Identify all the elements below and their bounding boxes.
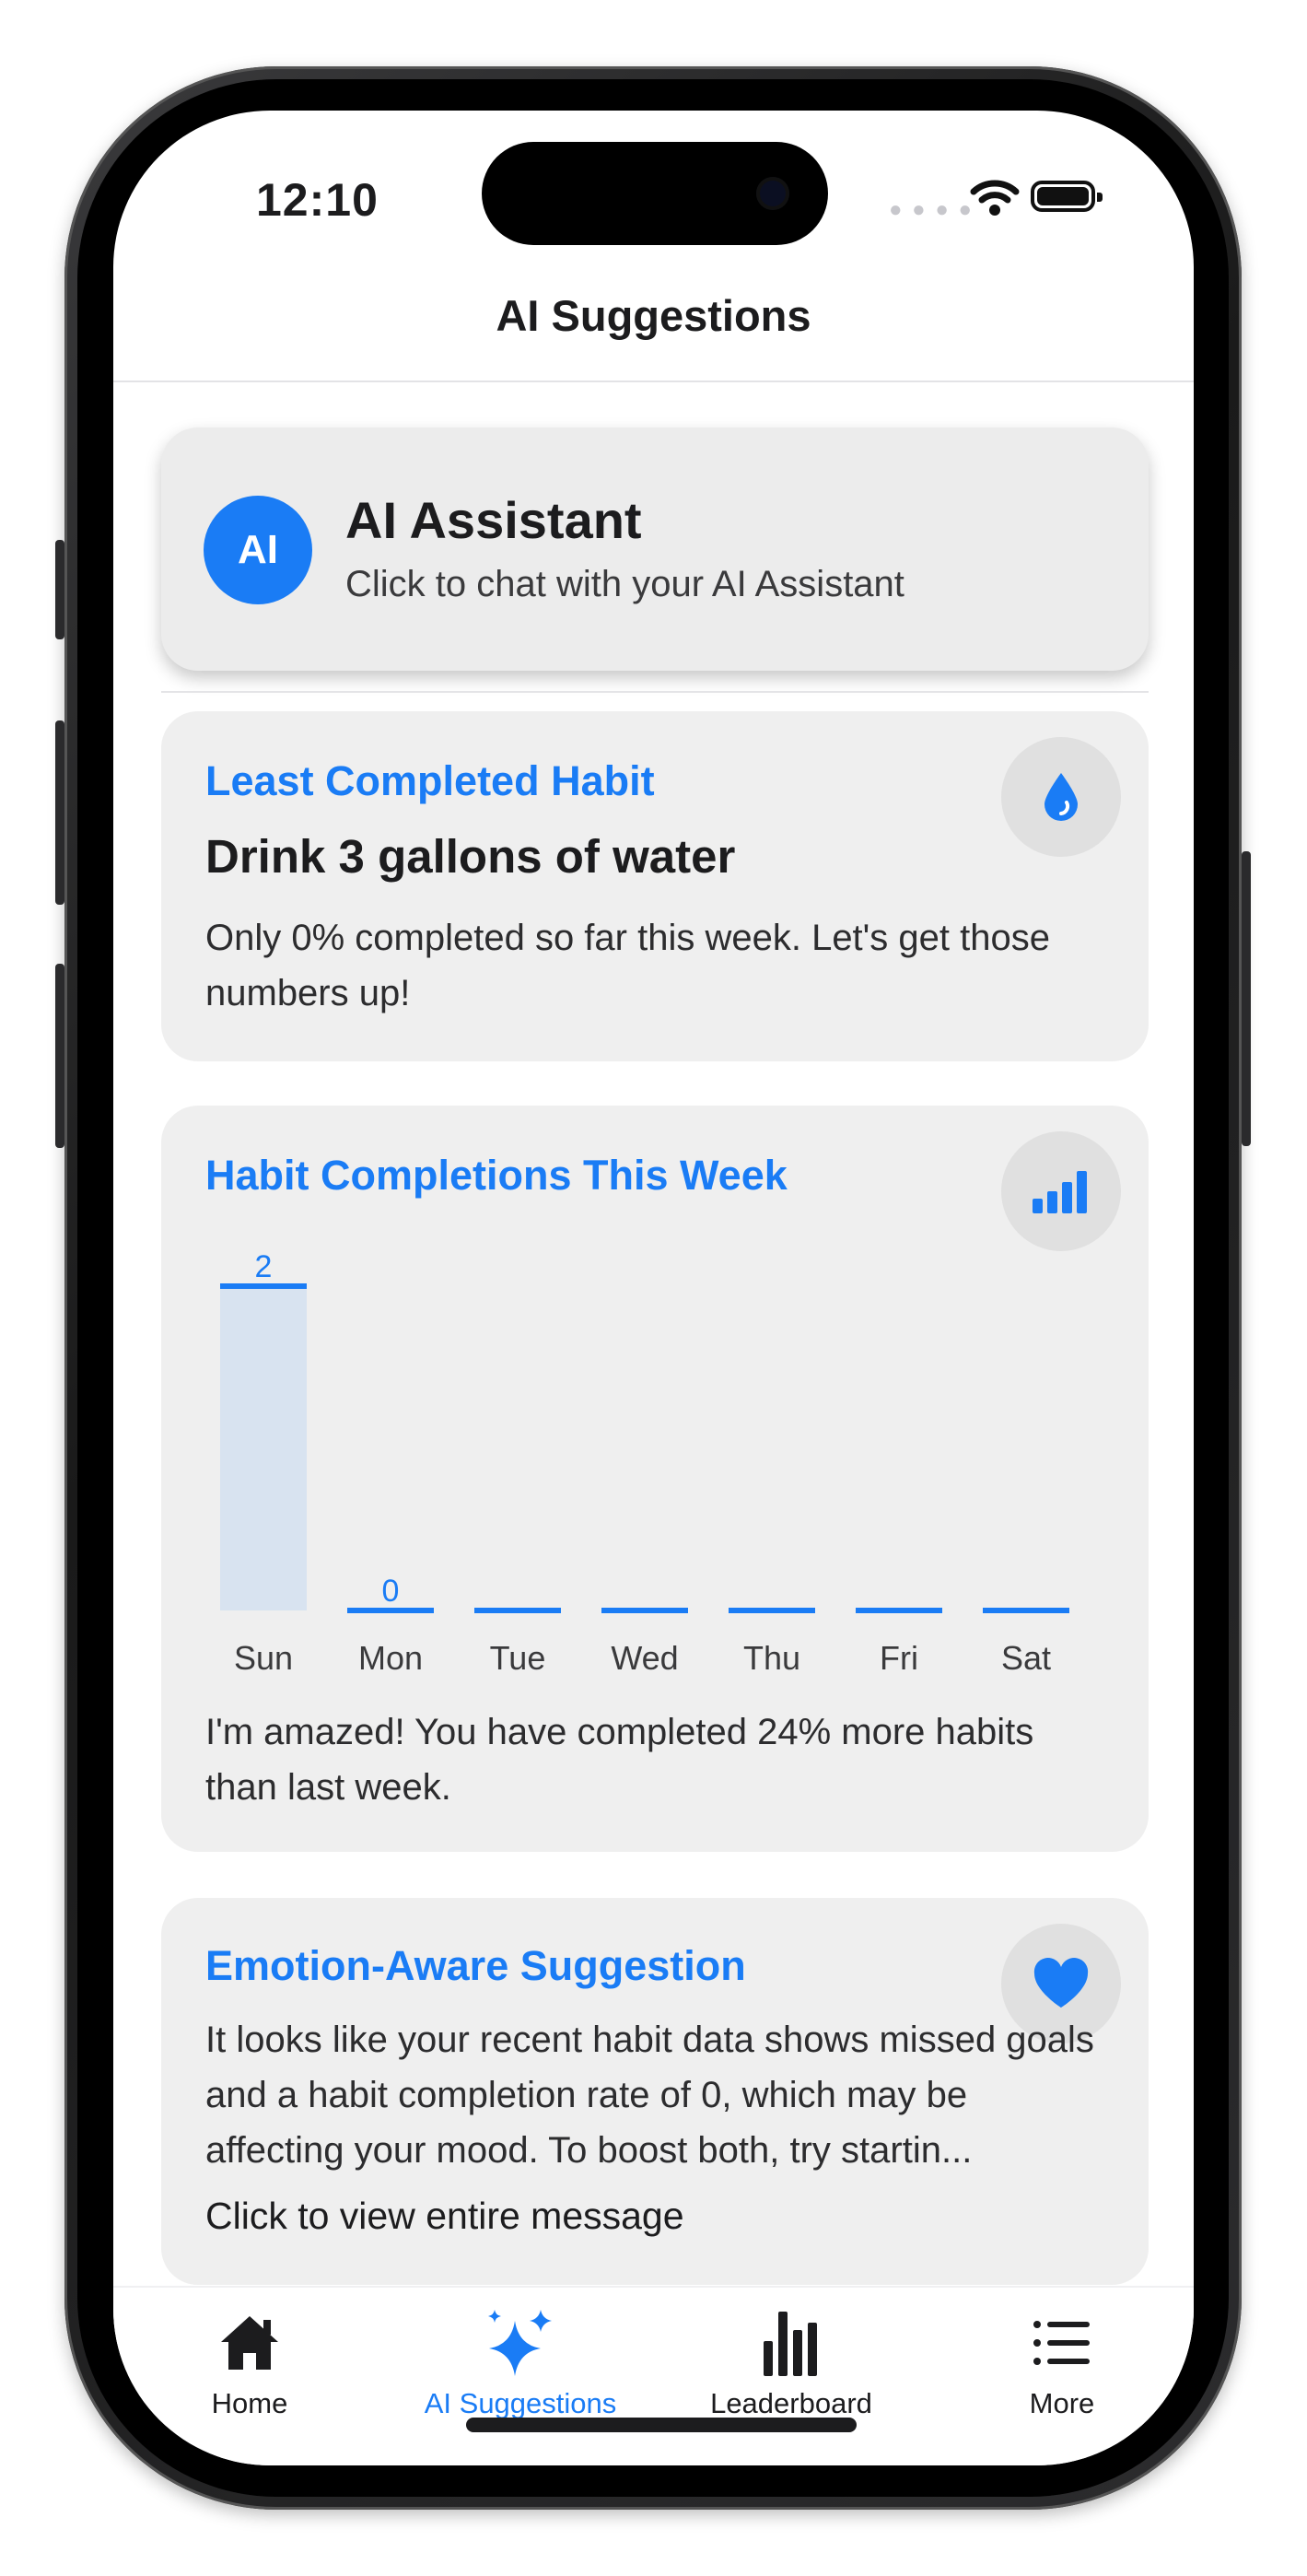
tab-ai-suggestions[interactable]: AI Suggestions — [410, 2304, 631, 2420]
heart-icon — [1033, 1958, 1089, 2008]
volume-up-button — [55, 720, 64, 905]
bar-top-fri — [856, 1608, 942, 1613]
habit-name: Drink 3 gallons of water — [205, 830, 736, 883]
tab-leaderboard-label: Leaderboard — [710, 2387, 872, 2419]
water-drop-icon-badge — [1001, 737, 1121, 857]
completions-message: I'm amazed! You have completed 24% more … — [205, 1712, 1034, 1808]
tab-more-label: More — [1029, 2387, 1095, 2419]
least-completed-heading: Least Completed Habit — [205, 757, 655, 804]
page-title: AI Suggestions — [496, 291, 811, 340]
emotion-message: It looks like your recent habit data sho… — [205, 2020, 1094, 2171]
power-button — [1242, 851, 1251, 1146]
cellular-signal-icon: ● ● ● ● — [889, 197, 974, 222]
dynamic-island — [482, 142, 828, 245]
tick-label-wed: Wed — [611, 1639, 678, 1677]
header-divider — [113, 381, 1194, 382]
tick-label-fri: Fri — [880, 1639, 918, 1677]
app-screen: 12:10 ● ● ● ● AI Suggestions AI AI Assis… — [113, 111, 1194, 2465]
assistant-title: AI Assistant — [345, 491, 642, 549]
habit-completions-card: Habit Completions This Week 2 Sun 0 Mon Tue W… — [161, 1106, 1149, 1852]
completions-bar-chart: 2 Sun 0 Mon Tue Wed Thu Fri Sat — [220, 1249, 1069, 1677]
section-divider — [161, 691, 1149, 693]
tick-label-sat: Sat — [1001, 1639, 1051, 1677]
home-icon — [221, 2316, 278, 2370]
data-label-mon: 0 — [382, 1574, 400, 1609]
ai-avatar: AI — [204, 496, 312, 604]
emotion-heading: Emotion-Aware Suggestion — [205, 1942, 746, 1989]
view-message-link[interactable]: Click to view entire message — [205, 2195, 684, 2238]
tick-label-tue: Tue — [490, 1639, 546, 1677]
emotion-suggestion-card[interactable]: Emotion-Aware Suggestion It looks like y… — [161, 1898, 1149, 2285]
tick-label-thu: Thu — [743, 1639, 800, 1677]
sparkles-icon — [488, 2310, 552, 2376]
tab-ai-suggestions-label: AI Suggestions — [424, 2387, 617, 2419]
least-completed-habit-card[interactable]: Least Completed Habit Drink 3 gallons of… — [161, 711, 1149, 1061]
water-drop-icon — [1044, 773, 1078, 821]
wifi-icon — [970, 180, 1020, 216]
volume-down-button — [55, 964, 64, 1148]
bar-top-thu — [729, 1608, 815, 1613]
tab-bar: Home AI Suggestions Leaderboard More — [113, 2286, 1194, 2465]
status-icons: ● ● ● ● — [889, 177, 1128, 223]
home-indicator — [466, 2418, 857, 2432]
bar-top-wed — [601, 1608, 688, 1613]
bar-top-tue — [474, 1608, 561, 1613]
status-time: 12:10 — [256, 174, 379, 226]
tab-leaderboard[interactable]: Leaderboard — [681, 2304, 902, 2420]
assistant-subtitle: Click to chat with your AI Assistant — [345, 564, 904, 604]
leaderboard-icon — [764, 2312, 817, 2376]
battery-icon — [1031, 181, 1103, 212]
tick-label-sun: Sun — [234, 1639, 293, 1677]
tab-home[interactable]: Home — [139, 2304, 360, 2420]
tab-home-label: Home — [211, 2387, 288, 2419]
action-button — [55, 540, 64, 639]
data-label-sun: 2 — [255, 1249, 273, 1284]
bar-sun — [220, 1286, 307, 1610]
tick-label-mon: Mon — [358, 1639, 423, 1677]
camera-icon — [756, 177, 789, 210]
least-completed-message: Only 0% completed so far this week. Let'… — [205, 918, 1050, 1013]
bar-top-sat — [983, 1608, 1069, 1613]
tab-more[interactable]: More — [951, 2304, 1173, 2420]
list-icon — [1033, 2321, 1090, 2365]
ai-assistant-card[interactable]: AI AI Assistant Click to chat with your … — [161, 427, 1149, 671]
